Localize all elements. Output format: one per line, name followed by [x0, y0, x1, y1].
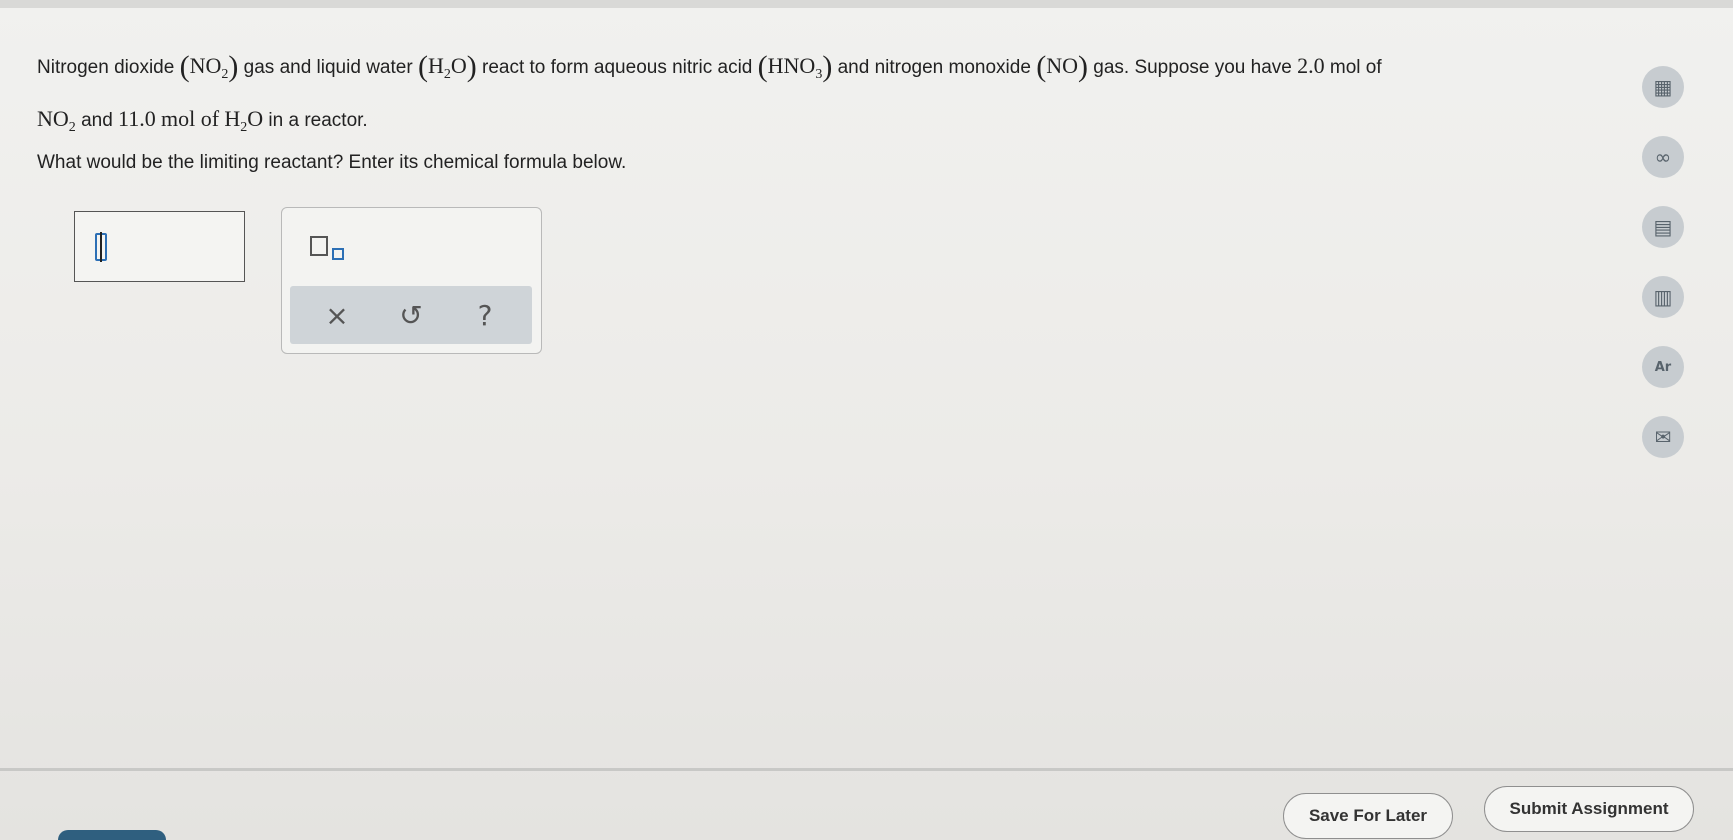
ratio-icon[interactable]: ∞ [1642, 136, 1684, 178]
formula-h2o: H2O [427, 53, 467, 82]
clear-button[interactable]: × [312, 299, 362, 332]
top-bar [0, 0, 1733, 8]
amount-h2o: 11.0 [118, 106, 156, 131]
question-prompt: What would be the limiting reactant? Ent… [37, 152, 627, 173]
formula-hno3: HNO3 [767, 53, 823, 82]
subscript-base-icon [310, 236, 328, 256]
assignment-page: Nitrogen dioxide (NO2) gas and liquid wa… [0, 0, 1733, 840]
toolbox-actions: × ↺ ? [290, 286, 532, 344]
formula-no2-second: NO2 [37, 106, 76, 135]
question-segment: gas and liquid water [243, 57, 413, 78]
question-segment: react to form aqueous nitric acid [482, 57, 753, 78]
question-segment: mol of [1329, 57, 1382, 78]
save-for-later-button[interactable]: Save For Later [1283, 793, 1453, 839]
undo-button[interactable]: ↺ [386, 299, 436, 332]
bottom-tab[interactable] [58, 830, 166, 840]
question-segment: gas. Suppose you have [1093, 57, 1292, 78]
formula-h2o-second: H2O [224, 106, 264, 135]
amount-no2: 2.0 [1297, 53, 1325, 78]
textbook-icon[interactable]: ▤ [1642, 206, 1684, 248]
formula-no: NO [1046, 53, 1078, 78]
calculator-icon[interactable]: ▦ [1642, 66, 1684, 108]
submit-assignment-button[interactable]: Submit Assignment [1484, 786, 1694, 832]
mail-icon[interactable]: ✉ [1642, 416, 1684, 458]
question-segment: and nitrogen monoxide [837, 57, 1031, 78]
data-chart-icon[interactable]: ▥ [1642, 276, 1684, 318]
tools-sidebar: ▦ ∞ ▤ ▥ Ar ✉ [1642, 66, 1688, 486]
question-segment: mol of [161, 106, 220, 131]
input-cursor-box [95, 232, 107, 262]
subscript-button[interactable] [310, 236, 350, 266]
subscript-small-icon [332, 248, 344, 260]
help-button[interactable]: ? [460, 299, 510, 332]
periodic-table-icon[interactable]: Ar [1642, 346, 1684, 388]
question-segment: in a reactor. [268, 110, 368, 131]
formula-toolbox: × ↺ ? [281, 207, 542, 354]
footer-divider [0, 768, 1733, 771]
answer-input[interactable] [74, 211, 245, 282]
question-segment: and [81, 110, 113, 131]
question-segment: Nitrogen dioxide [37, 57, 175, 78]
formula-no2: NO2 [189, 53, 229, 82]
question-text: Nitrogen dioxide (NO2) gas and liquid wa… [37, 50, 1382, 135]
